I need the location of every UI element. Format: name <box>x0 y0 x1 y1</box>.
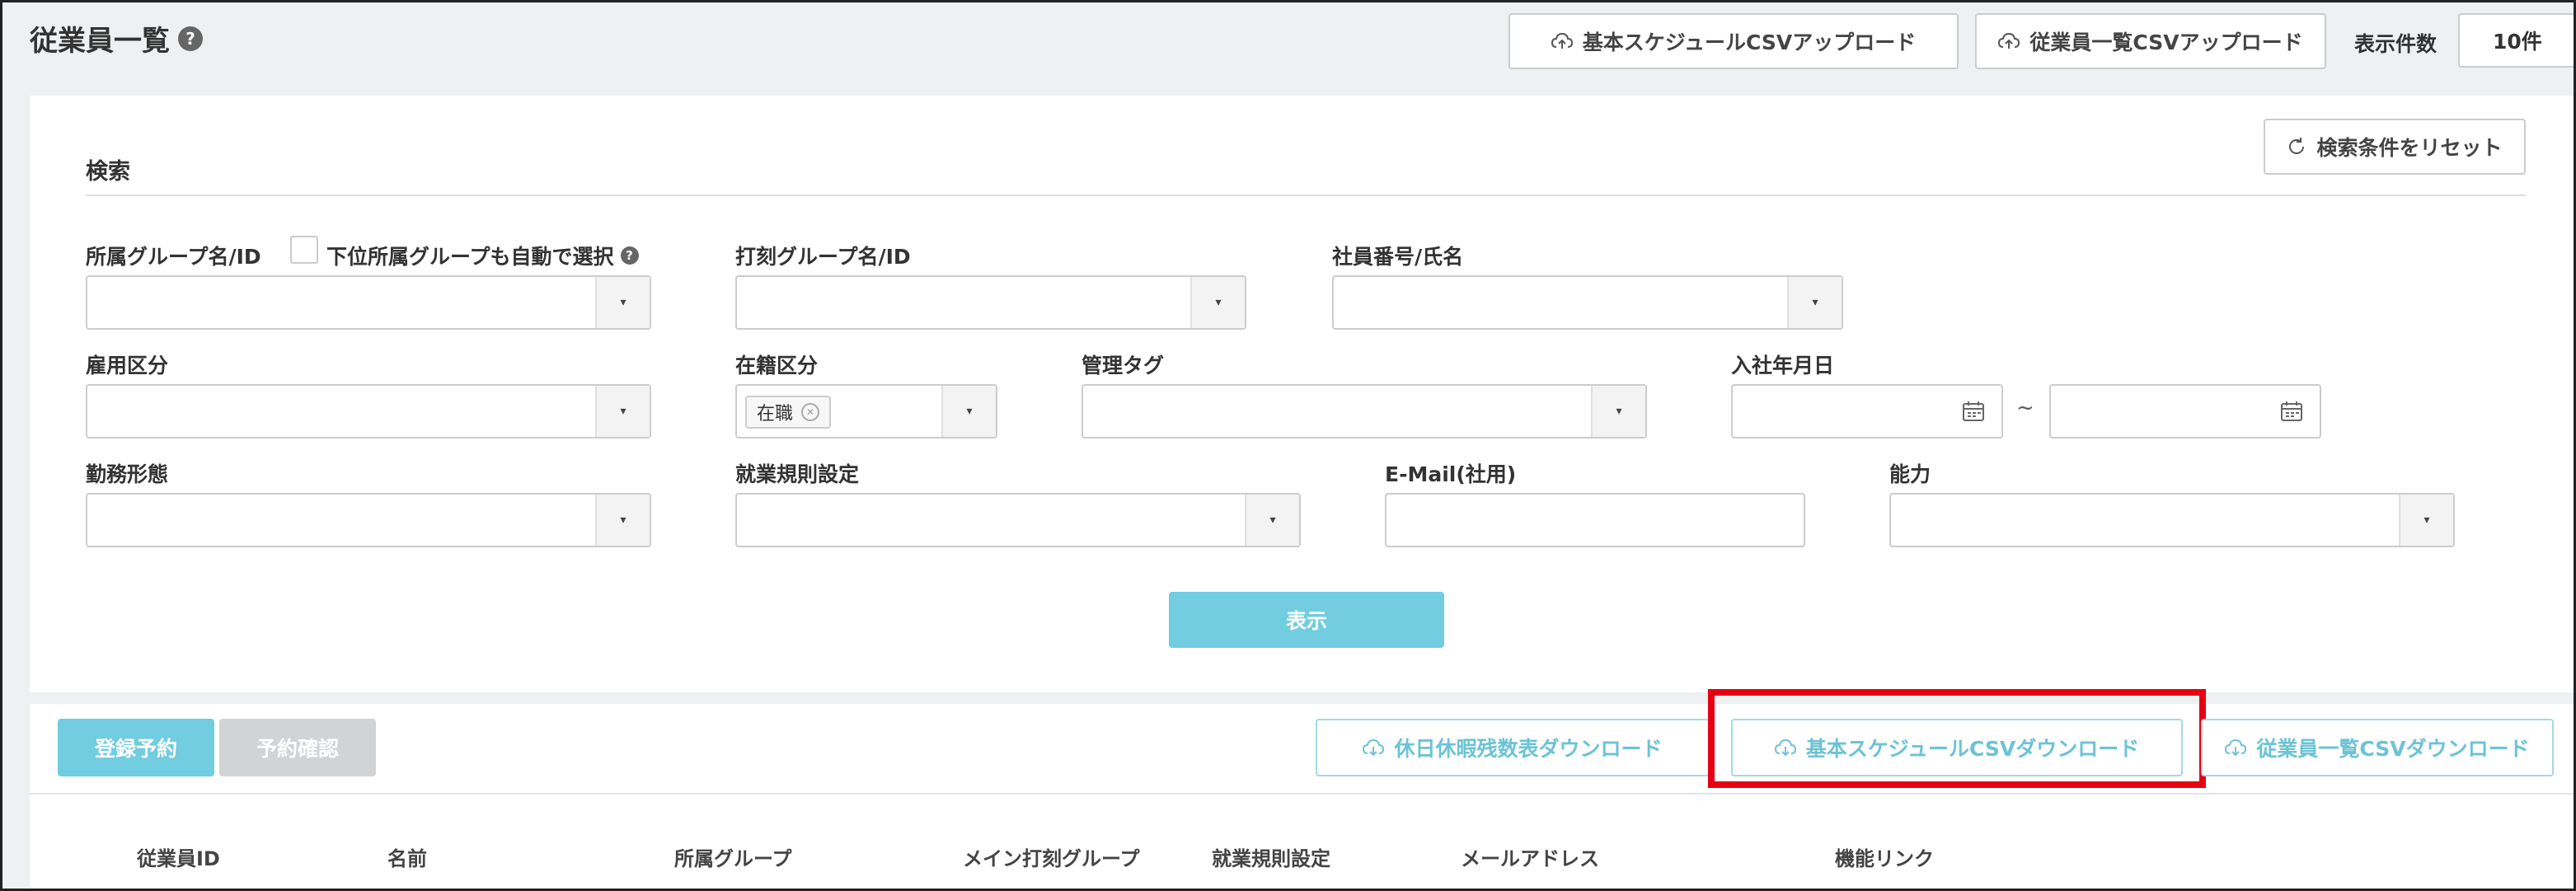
download-employee-csv-label: 従業員一覧CSVダウンロード <box>2256 737 2530 761</box>
cloud-download-icon <box>2225 739 2247 757</box>
employee-label: 社員番号/氏名 <box>1332 245 1464 269</box>
admin-tag-label: 管理タグ <box>1082 354 1165 378</box>
table-divider <box>30 793 2576 795</box>
show-button[interactable]: 表示 <box>1169 592 1444 648</box>
column-header-employee-id[interactable]: 従業員ID <box>137 842 220 871</box>
chevron-down-icon: ▾ <box>1787 277 1842 328</box>
check-reservation-button[interactable]: 予約確認 <box>219 719 376 776</box>
hire-date-label: 入社年月日 <box>1731 354 1835 378</box>
subgroup-checkbox-text: 下位所属グループも自動で選択 <box>326 245 614 269</box>
download-employee-csv-button[interactable]: 従業員一覧CSVダウンロード <box>2201 719 2554 776</box>
email-label: E-Mail(社用) <box>1385 462 1517 486</box>
chevron-down-icon: ▾ <box>595 277 650 328</box>
stamp-group-select[interactable]: ▾ <box>735 275 1246 330</box>
ability-select[interactable]: ▾ <box>1889 493 2455 547</box>
chevron-down-icon: ▾ <box>1591 386 1645 437</box>
stamp-group-label: 打刻グループ名/ID <box>735 245 911 269</box>
column-header-rules[interactable]: 就業規則設定 <box>1212 842 1330 871</box>
download-leave-balance-label: 休日休暇残数表ダウンロード <box>1394 737 1663 761</box>
search-divider <box>86 195 2526 196</box>
hire-date-to-input[interactable] <box>2049 384 2321 438</box>
rules-label: 就業規則設定 <box>735 462 860 486</box>
column-header-email[interactable]: メールアドレス <box>1461 842 1599 871</box>
hire-date-from-input[interactable] <box>1731 384 2003 438</box>
employee-select[interactable]: ▾ <box>1332 275 1843 330</box>
chevron-down-icon: ▾ <box>595 386 650 437</box>
register-reservation-label: 登録予約 <box>94 737 177 761</box>
upload-schedule-csv-label: 基本スケジュールCSVアップロード <box>1582 30 1917 54</box>
close-icon[interactable]: ✕ <box>801 403 820 421</box>
search-title: 検索 <box>86 159 130 185</box>
email-input[interactable] <box>1385 493 1805 547</box>
calendar-icon <box>2281 401 2302 421</box>
page-size-select[interactable]: 10件 <box>2458 13 2576 68</box>
column-header-name[interactable]: 名前 <box>387 842 427 871</box>
subgroup-checkbox-label: 下位所属グループも自動で選択 ? <box>326 241 639 270</box>
calendar-icon <box>1963 401 1984 421</box>
page-size-label: 表示件数 <box>2354 32 2438 56</box>
ability-label: 能力 <box>1889 462 1931 486</box>
employment-type-select[interactable]: ▾ <box>86 384 651 438</box>
cloud-upload-icon <box>1551 32 1573 50</box>
page-title-text: 従業員一覧 <box>30 25 170 58</box>
page-size-value: 10件 <box>2493 30 2542 54</box>
admin-tag-select[interactable]: ▾ <box>1082 384 1647 438</box>
cloud-download-icon <box>1363 739 1385 757</box>
refresh-icon <box>2287 137 2306 157</box>
help-icon[interactable]: ? <box>178 26 203 51</box>
enrollment-chip-label: 在職 <box>757 404 794 424</box>
page-title: 従業員一覧 ? <box>30 18 203 59</box>
column-header-group[interactable]: 所属グループ <box>674 842 792 871</box>
chevron-down-icon: ▾ <box>1245 495 1299 546</box>
enrollment-chip: 在職 ✕ <box>745 396 832 429</box>
group-select[interactable]: ▾ <box>86 275 651 330</box>
subgroup-checkbox[interactable] <box>290 236 318 264</box>
cloud-upload-icon <box>1998 32 2020 50</box>
register-reservation-button[interactable]: 登録予約 <box>58 719 214 776</box>
group-label: 所属グループ名/ID <box>86 245 261 269</box>
upload-employee-csv-label: 従業員一覧CSVアップロード <box>2029 30 2303 54</box>
check-reservation-label: 予約確認 <box>256 737 339 761</box>
reset-search-label: 検索条件をリセット <box>2316 136 2503 160</box>
work-style-label: 勤務形態 <box>86 462 169 486</box>
upload-schedule-csv-button[interactable]: 基本スケジュールCSVアップロード <box>1509 13 1959 69</box>
enrollment-select[interactable]: 在職 ✕ ▾ <box>735 384 997 438</box>
column-header-function-links: 機能リンク <box>1835 847 1934 870</box>
rules-select[interactable]: ▾ <box>735 493 1301 547</box>
chevron-down-icon: ▾ <box>1190 277 1245 328</box>
chevron-down-icon: ▾ <box>595 495 650 546</box>
enrollment-label: 在籍区分 <box>735 354 819 378</box>
help-icon[interactable]: ? <box>620 246 639 265</box>
column-header-main-stamp-group[interactable]: メイン打刻グループ <box>963 842 1140 871</box>
chevron-down-icon: ▾ <box>2399 495 2453 546</box>
date-range-separator: ~ <box>2016 396 2034 420</box>
upload-employee-csv-button[interactable]: 従業員一覧CSVアップロード <box>1975 13 2326 69</box>
highlight-box <box>1708 689 2206 788</box>
download-leave-balance-button[interactable]: 休日休暇残数表ダウンロード <box>1316 719 1710 776</box>
show-button-label: 表示 <box>1285 609 1327 633</box>
work-style-select[interactable]: ▾ <box>86 493 651 547</box>
reset-search-button[interactable]: 検索条件をリセット <box>2264 119 2526 175</box>
employment-type-label: 雇用区分 <box>86 354 169 378</box>
chevron-down-icon: ▾ <box>941 386 996 437</box>
